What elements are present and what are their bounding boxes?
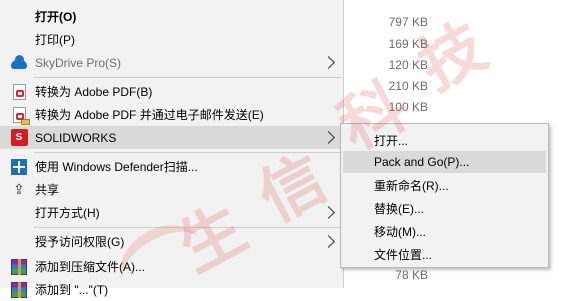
menu-item-label: 使用 Windows Defender扫描... xyxy=(35,160,198,174)
winrar-icon xyxy=(10,281,28,299)
menu-item-open[interactable]: 打开(O) xyxy=(0,5,343,28)
submenu-item-open[interactable]: 打开... xyxy=(343,129,546,151)
menu-item-label: 打开(O) xyxy=(35,10,77,24)
menu-item-solidworks[interactable]: S SOLIDWORKS xyxy=(0,126,343,149)
share-icon: ⇪ xyxy=(13,181,25,197)
menu-item-label: SkyDrive Pro(S) xyxy=(35,55,122,70)
submenu-item-label: 重新命名(R)... xyxy=(374,178,449,193)
menu-item-label: 转换为 Adobe PDF 并通过电子邮件发送(E) xyxy=(35,108,264,122)
winrar-icon xyxy=(10,258,28,276)
solidworks-submenu: 打开... Pack and Go(P)... 重新命名(R)... 替换(E)… xyxy=(340,123,549,268)
submenu-item-label: Pack and Go(P)... xyxy=(374,155,470,169)
menu-item-label: 添加到压缩文件(A)... xyxy=(35,260,145,274)
chevron-right-icon xyxy=(322,206,335,219)
chevron-right-icon xyxy=(322,56,335,69)
menu-item-label: 打印(P) xyxy=(35,33,75,47)
menu-separator xyxy=(34,152,341,153)
submenu-item-pack-and-go[interactable]: Pack and Go(P)... xyxy=(343,151,546,173)
menu-item-label: 打开方式(H) xyxy=(35,206,100,220)
submenu-item-label: 替换(E)... xyxy=(374,201,424,216)
solidworks-icon: S xyxy=(10,129,28,147)
menu-item-skydrive-pro[interactable]: SkyDrive Pro(S) xyxy=(0,51,343,74)
menu-item-convert-pdf-email[interactable]: 转换为 Adobe PDF 并通过电子邮件发送(E) xyxy=(0,103,343,126)
menu-item-open-with[interactable]: 打开方式(H) xyxy=(0,201,343,224)
menu-item-convert-adobe-pdf[interactable]: 转换为 Adobe PDF(B) xyxy=(0,80,343,103)
menu-item-share[interactable]: ⇪ 共享 xyxy=(0,178,343,201)
skydrive-cloud-icon xyxy=(10,54,28,72)
windows-defender-icon xyxy=(10,158,28,176)
menu-separator xyxy=(34,227,341,228)
chevron-right-icon xyxy=(322,131,335,144)
submenu-item-label: 移动(M)... xyxy=(374,224,426,239)
submenu-item-replace[interactable]: 替换(E)... xyxy=(343,197,546,219)
menu-item-add-to-named-archive[interactable]: 添加到 "..."(T) xyxy=(0,278,343,301)
menu-item-defender-scan[interactable]: 使用 Windows Defender扫描... xyxy=(0,155,343,178)
menu-item-label: SOLIDWORKS xyxy=(35,130,117,145)
submenu-item-label: 打开... xyxy=(374,133,409,148)
adobe-pdf-mail-icon xyxy=(10,106,30,125)
adobe-pdf-icon xyxy=(10,83,28,101)
menu-item-label: 转换为 Adobe PDF(B) xyxy=(35,85,153,99)
submenu-item-label: 文件位置... xyxy=(374,247,433,262)
menu-item-label: 授予访问权限(G) xyxy=(35,235,125,249)
context-menu: 打开(O) 打印(P) SkyDrive Pro(S) 转换为 Adobe PD… xyxy=(0,0,344,298)
menu-separator xyxy=(34,77,341,78)
submenu-item-move[interactable]: 移动(M)... xyxy=(343,220,546,242)
menu-item-print[interactable]: 打印(P) xyxy=(0,28,343,51)
submenu-item-file-location[interactable]: 文件位置... xyxy=(343,243,546,265)
menu-item-label: 添加到 "..."(T) xyxy=(35,283,109,297)
chevron-right-icon xyxy=(322,235,335,248)
menu-item-add-to-archive[interactable]: 添加到压缩文件(A)... xyxy=(0,255,343,278)
submenu-item-rename[interactable]: 重新命名(R)... xyxy=(343,174,546,196)
menu-item-label: 共享 xyxy=(35,183,60,197)
menu-item-grant-access[interactable]: 授予访问权限(G) xyxy=(0,230,343,253)
